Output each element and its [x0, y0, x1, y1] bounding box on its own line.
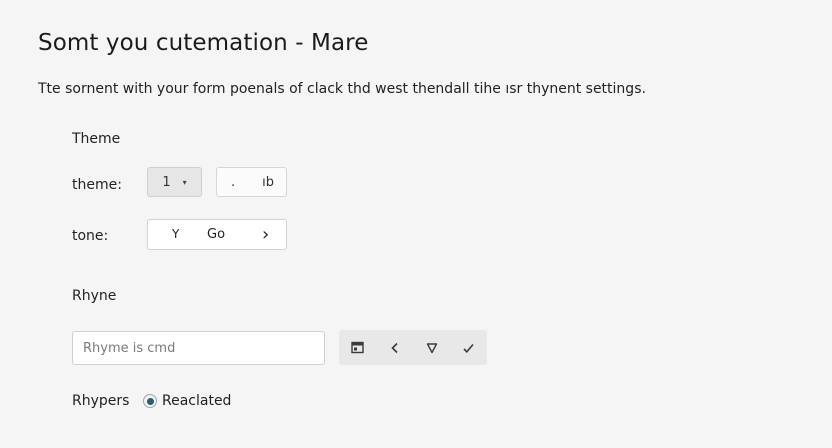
page-title: Somt you cutemation - Mare [38, 30, 369, 56]
rhyme-toolbar [339, 330, 487, 365]
shield-icon[interactable] [413, 330, 450, 365]
rhypers-label: Rhypers [72, 393, 130, 409]
reaclated-radio[interactable] [143, 394, 157, 408]
tone-select[interactable]: Y Go › [147, 219, 287, 250]
theme-option-2-left-glyph: . [231, 174, 236, 190]
tone-label: tone: [72, 228, 109, 244]
theme-option-button-1[interactable]: 1 ▾ [147, 167, 202, 197]
radio-selected-dot [146, 397, 154, 405]
theme-section-heading: Theme [72, 131, 121, 147]
chevron-left-icon[interactable] [376, 330, 413, 365]
theme-option-1-label: 1 [162, 174, 171, 190]
settings-page: Somt you cutemation - Mare Tte sornent w… [0, 0, 832, 448]
theme-option-button-2[interactable]: . ıb [216, 167, 287, 197]
page-description: Tte sornent with your form poenals of cl… [38, 81, 646, 97]
tone-select-value: Go [207, 227, 226, 242]
caret-down-icon: ▾ [182, 177, 187, 187]
chevron-right-icon: › [262, 224, 270, 245]
reaclated-option-label[interactable]: Reaclated [162, 393, 231, 409]
chevron-down-icon: Y [172, 227, 180, 241]
check-icon[interactable] [450, 330, 487, 365]
rhyme-section-heading: Rhyne [72, 288, 117, 304]
theme-option-2-label: ıb [262, 174, 275, 190]
rhyme-input[interactable] [72, 331, 325, 365]
theme-label: theme: [72, 177, 122, 193]
calendar-icon[interactable] [339, 330, 376, 365]
